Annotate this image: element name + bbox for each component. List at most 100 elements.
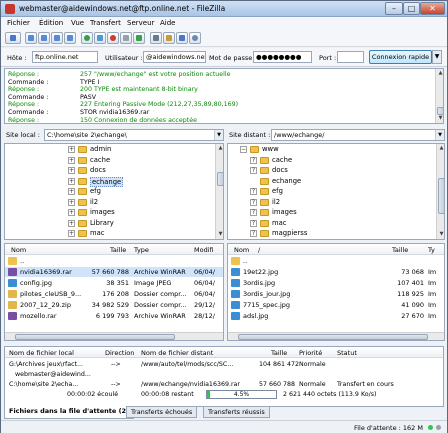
tab-queued-files[interactable]: Fichiers dans la file d'attente (2) (4, 406, 135, 419)
log-kind: Commande : (8, 109, 49, 116)
process-queue-icon[interactable] (94, 32, 106, 44)
remote-col-name[interactable]: Nom (234, 246, 249, 254)
file-row[interactable]: mozello.rar 6 199 793 Archive WinRAR 28/12/ (5, 311, 223, 321)
scroll-up-icon[interactable]: ▲ (437, 144, 444, 153)
reconnect-icon[interactable] (133, 32, 145, 44)
local-list-hscrollbar[interactable] (5, 332, 223, 340)
chevron-down-icon[interactable]: ▼ (432, 50, 442, 64)
tab-successful-transfers[interactable]: Transferts réussis (203, 406, 270, 418)
scroll-up-icon[interactable]: ▲ (216, 144, 223, 153)
unknown-expand-icon[interactable]: ? (250, 219, 257, 227)
file-row[interactable]: adsl.jpg 27 670 Im (228, 311, 444, 321)
remote-tree-scroll-thumb[interactable] (438, 178, 444, 214)
unknown-expand-icon[interactable]: ? (250, 230, 257, 237)
file-icon (231, 268, 240, 276)
remote-col-size[interactable]: Taille (392, 246, 408, 254)
scroll-down-icon[interactable]: ▼ (216, 230, 223, 239)
local-tree-scroll-thumb[interactable] (217, 172, 223, 186)
file-row[interactable]: nvidia16369.rar 57 660 788 Archive WinRAR 0… (5, 267, 223, 277)
expand-icon[interactable]: + (68, 230, 75, 237)
user-input[interactable]: @aidewindows.net (143, 51, 206, 63)
expand-icon[interactable]: + (68, 177, 75, 185)
close-button[interactable]: ✕ (420, 2, 445, 15)
unknown-expand-icon[interactable]: ? (250, 188, 257, 195)
scroll-down-icon[interactable]: ▼ (436, 114, 443, 123)
expand-icon[interactable]: + (68, 209, 75, 216)
queue-server-row[interactable]: webmaster@aidewind... (5, 370, 443, 380)
disconnect-icon[interactable] (120, 32, 132, 44)
queue-row[interactable]: C:\home\site 2\echa... --> /www/echange/nv… (5, 380, 443, 390)
file-row[interactable]: 2007_12_29.zip 34 982 529 Dossier compr...… (5, 300, 223, 310)
expand-icon[interactable]: + (68, 167, 75, 174)
file-row[interactable]: .. (228, 256, 444, 266)
remote-tree-scrollbar[interactable]: ▲ ▼ (436, 144, 444, 239)
queue-row[interactable]: G:\Archives jeux\rfact... --> /www/auto/te… (5, 360, 443, 370)
expand-icon[interactable]: + (68, 198, 75, 206)
minimize-button[interactable]: – (385, 2, 403, 15)
expand-icon[interactable]: + (68, 146, 75, 153)
chevron-down-icon[interactable]: ▼ (214, 130, 223, 140)
toggle-tree-remote-button[interactable] (51, 32, 63, 44)
file-row[interactable]: 3ordis.jpg 107 401 Im (228, 278, 444, 288)
host-input[interactable]: ftp.online.net (32, 51, 98, 63)
remote-list-hscrollbar[interactable] (228, 332, 444, 340)
quickconnect-button[interactable]: Connexion rapide (369, 50, 432, 64)
local-col-modified[interactable]: Modifi (194, 246, 214, 254)
local-col-type[interactable]: Type (134, 246, 149, 254)
unknown-expand-icon[interactable]: ? (250, 167, 257, 174)
menu-serveur[interactable]: Serveur (127, 19, 154, 27)
toggle-tree-local-button[interactable] (38, 32, 50, 44)
expand-icon[interactable]: + (68, 156, 75, 164)
search-icon[interactable] (189, 32, 201, 44)
menu-edition[interactable]: Édition (39, 19, 63, 27)
toggle-queue-button[interactable] (64, 32, 76, 44)
maximize-button[interactable]: □ (403, 2, 420, 15)
menu-transfert[interactable]: Transfert (90, 19, 121, 27)
remote-col-type[interactable]: Ty (428, 246, 435, 254)
site-manager-button[interactable] (5, 32, 21, 44)
queue-col-status[interactable]: Statut (337, 349, 357, 357)
expand-icon[interactable]: + (68, 188, 75, 195)
collapse-icon[interactable]: − (240, 146, 247, 153)
unknown-expand-icon[interactable]: ? (250, 156, 257, 164)
directory-listing-icon[interactable] (150, 32, 162, 44)
chevron-down-icon[interactable]: ▼ (435, 130, 444, 140)
refresh-icon[interactable] (81, 32, 93, 44)
local-path-input[interactable]: C:\home\site 2\echange\ ▼ (44, 129, 224, 141)
queue-col-local[interactable]: Nom de fichier local (9, 349, 74, 357)
file-row[interactable]: .. (5, 256, 223, 266)
local-list-hscroll-thumb[interactable] (15, 334, 175, 340)
port-input[interactable] (337, 51, 364, 63)
compare-icon[interactable] (163, 32, 175, 44)
file-row[interactable]: 7715_spec.jpg 41 090 Im (228, 300, 444, 310)
password-input[interactable]: ●●●●●●●● (253, 51, 312, 63)
menu-fichier[interactable]: Fichier (7, 19, 30, 27)
remote-path-input[interactable]: /www/echange/ ▼ (271, 129, 445, 141)
menu-aide[interactable]: Aide (160, 19, 175, 27)
file-row[interactable]: 3ordis_jour.jpg 118 925 Im (228, 289, 444, 299)
toggle-log-button[interactable] (25, 32, 37, 44)
local-tree-scrollbar[interactable]: ▲ ▼ (215, 144, 223, 239)
queue-col-direction[interactable]: Direction (105, 349, 134, 357)
file-row[interactable]: pilotes_cleUSB_9... 176 208 Dossier compr.… (5, 289, 223, 299)
unknown-expand-icon[interactable]: ? (250, 209, 257, 216)
file-row[interactable]: config.jpg 38 351 Image JPEG 06/04/ (5, 278, 223, 288)
queue-col-size[interactable]: Taille (271, 349, 287, 357)
remote-list-hscroll-thumb[interactable] (238, 334, 428, 340)
file-type: Im (428, 268, 437, 276)
cancel-icon[interactable] (107, 32, 119, 44)
tab-failed-transfers[interactable]: Transferts échoués (126, 406, 198, 418)
sync-browse-icon[interactable] (176, 32, 188, 44)
queue-col-remote[interactable]: Nom de fichier distant (141, 349, 213, 357)
menu-vue[interactable]: Vue (71, 19, 84, 27)
local-col-size[interactable]: Taille (110, 246, 126, 254)
local-col-name[interactable]: Nom (11, 246, 26, 254)
file-row[interactable]: 19et22.jpg 73 068 Im (228, 267, 444, 277)
log-scrollbar[interactable]: ▲ ▼ (435, 69, 443, 123)
unknown-expand-icon[interactable]: ? (250, 198, 257, 206)
file-size: 34 982 529 (91, 301, 129, 309)
expand-icon[interactable]: + (68, 219, 75, 227)
queue-col-priority[interactable]: Priorité (299, 349, 322, 357)
scroll-down-icon[interactable]: ▼ (437, 230, 444, 239)
scroll-up-icon[interactable]: ▲ (436, 69, 443, 78)
